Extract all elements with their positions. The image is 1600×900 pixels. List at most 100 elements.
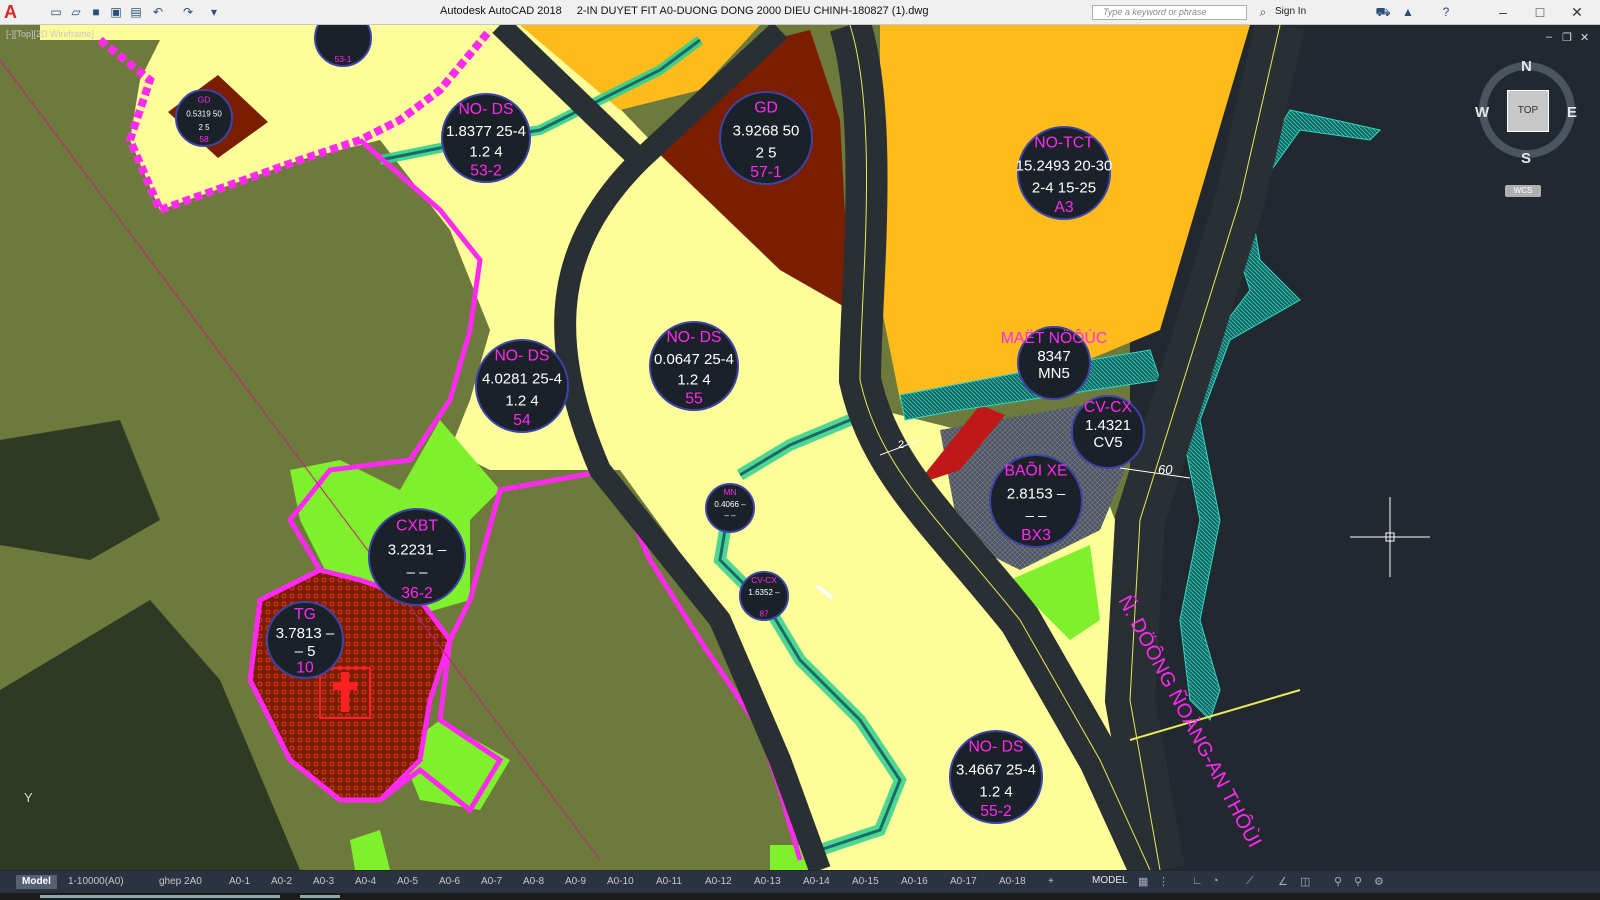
lot-l3: 2 5 bbox=[198, 123, 210, 132]
lot-label-14[interactable]: NO- DS 3.4667 25-4 1.2 4 55-2 bbox=[949, 730, 1043, 824]
open-folder-icon[interactable]: ▱ bbox=[68, 4, 84, 20]
lot-foot: 55 bbox=[685, 390, 703, 407]
save-as-icon[interactable]: ▣ bbox=[108, 4, 124, 20]
lot-label-7[interactable]: BAÕI XE 2.8153 – – – BX3 bbox=[989, 454, 1083, 548]
wcs-menu[interactable]: WCS bbox=[1505, 185, 1541, 197]
sign-in-button[interactable]: Sign In bbox=[1275, 6, 1306, 17]
layout-tab[interactable]: ghep 2A0 bbox=[159, 875, 202, 889]
layout-tab[interactable]: A0-9 bbox=[565, 875, 586, 889]
exchange-icon[interactable]: ▲ bbox=[1400, 4, 1416, 20]
lot-foot: 54 bbox=[513, 412, 531, 429]
lot-label-10[interactable]: CXBT 3.2231 – – – 36-2 bbox=[368, 508, 466, 606]
lot-l3: 1.2 4 bbox=[469, 143, 502, 160]
layout-tab[interactable]: A0-7 bbox=[481, 875, 502, 889]
osnap-icon[interactable]: ⟋ bbox=[1246, 875, 1254, 888]
viewport-controls-label[interactable]: [-][Top][2D Wireframe] bbox=[6, 29, 94, 39]
lot-foot: BX3 bbox=[1021, 527, 1051, 544]
lot-label-2[interactable]: NO- DS 1.8377 25-4 1.2 4 53-2 bbox=[441, 93, 531, 183]
compass-west[interactable]: W bbox=[1475, 104, 1489, 121]
lineweight-icon[interactable]: ◫ bbox=[1300, 875, 1310, 888]
compass-north[interactable]: N bbox=[1521, 58, 1532, 75]
lot-l2: 1.4321 bbox=[1085, 417, 1131, 434]
lot-foot: 58 bbox=[199, 134, 209, 144]
redo-icon[interactable]: ↷ bbox=[180, 4, 196, 20]
snap-icon[interactable]: ⋮ bbox=[1158, 875, 1169, 888]
lot-l1: TG bbox=[294, 606, 316, 623]
undo-icon[interactable]: ↶ bbox=[150, 4, 166, 20]
layout-tab[interactable]: A0-3 bbox=[313, 875, 334, 889]
layout-tab[interactable]: A0-17 bbox=[950, 875, 977, 889]
lot-l3: 1.2 4 bbox=[677, 371, 710, 388]
annotation-visibility-icon[interactable]: ⚲ bbox=[1354, 875, 1362, 888]
layout-tab[interactable]: A0-5 bbox=[397, 875, 418, 889]
binoculars-icon[interactable]: ⌕ bbox=[1255, 4, 1271, 20]
viewcube[interactable]: N S E W TOP WCS bbox=[1475, 58, 1577, 197]
layout-tab[interactable]: A0-10 bbox=[607, 875, 634, 889]
layout-tab[interactable]: A0-6 bbox=[439, 875, 460, 889]
lot-label-12[interactable]: MN 0.4066 – – – bbox=[705, 483, 755, 533]
layout-tab[interactable]: A0-15 bbox=[852, 875, 879, 889]
layout-tab[interactable]: A0-11 bbox=[656, 875, 682, 889]
layout-tab[interactable]: A0-4 bbox=[355, 875, 376, 889]
lot-l2: 4.0281 25-4 bbox=[482, 371, 562, 388]
lot-l2: 3.2231 – bbox=[388, 542, 447, 559]
polar-icon[interactable]: ◔ bbox=[1212, 875, 1219, 887]
lot-l2: 0.5319 50 bbox=[186, 110, 222, 119]
lot-label-6[interactable]: CV-CX1.4321CV5 bbox=[1071, 395, 1145, 469]
annotation-scale-icon[interactable]: ⚲ bbox=[1334, 875, 1342, 888]
lot-l1: NO- DS bbox=[494, 348, 549, 365]
maximize-icon[interactable]: □ bbox=[1525, 2, 1555, 22]
lot-l3: – 5 bbox=[295, 643, 316, 660]
grid-icon[interactable]: ▦ bbox=[1138, 875, 1148, 888]
lot-l3: – – bbox=[724, 511, 736, 520]
new-file-icon[interactable]: ▭ bbox=[48, 4, 64, 20]
tab-model[interactable]: Model bbox=[16, 875, 57, 889]
ortho-icon[interactable]: ∟ bbox=[1192, 875, 1203, 887]
workspace-icon[interactable]: ⚙ bbox=[1374, 875, 1384, 888]
lot-l2: 3.4667 25-4 bbox=[956, 762, 1036, 779]
lot-label-4[interactable]: NO-TCT 15.2493 20-30 2-4 15-25 A3 bbox=[1016, 126, 1113, 220]
lot-label-13[interactable]: CV-CX 1.6352 – 87 bbox=[739, 571, 789, 621]
viewport-minimize-icon[interactable]: – bbox=[1546, 31, 1552, 43]
drawing-viewport[interactable]: 60 2 Ñ. DÖÔNG ÑOÀNG-AN THÔÙI 53-1 GD 0.531… bbox=[0, 25, 1600, 870]
layout-tab[interactable]: A0-14 bbox=[803, 875, 830, 889]
layout-tab[interactable]: A0-12 bbox=[705, 875, 732, 889]
qat-dropdown-icon[interactable]: ▾ bbox=[206, 4, 222, 20]
search-input[interactable]: Type a keyword or phrase bbox=[1092, 5, 1247, 20]
layout-tab[interactable]: A0-16 bbox=[901, 875, 928, 889]
compass-east[interactable]: E bbox=[1567, 104, 1577, 121]
minimize-icon[interactable]: – bbox=[1488, 2, 1518, 22]
layout-tab[interactable]: A0-1 bbox=[229, 875, 250, 889]
compass-south[interactable]: S bbox=[1521, 150, 1531, 167]
viewcube-top-face[interactable]: TOP bbox=[1507, 90, 1549, 132]
layout-tab[interactable]: A0-18 bbox=[999, 875, 1026, 889]
layout-tab[interactable]: 1-10000(A0) bbox=[68, 875, 124, 889]
lot-foot: A3 bbox=[1054, 199, 1074, 216]
cart-icon[interactable]: ⛟ bbox=[1375, 4, 1391, 20]
lot-l3: – – bbox=[407, 564, 429, 581]
lot-label-1[interactable]: GD 0.5319 50 2 5 58 bbox=[175, 89, 233, 147]
viewport-restore-icon[interactable]: ❐ bbox=[1562, 31, 1572, 44]
help-icon[interactable]: ? bbox=[1438, 4, 1454, 20]
lot-foot: 10 bbox=[296, 659, 314, 676]
lot-label-3[interactable]: GD 3.9268 50 2 5 57-1 bbox=[719, 91, 813, 185]
save-icon[interactable]: ■ bbox=[88, 4, 104, 20]
close-icon[interactable]: ✕ bbox=[1562, 2, 1592, 22]
lot-l2: 1.6352 – bbox=[748, 588, 780, 597]
layout-tab[interactable]: A0-8 bbox=[523, 875, 544, 889]
file-name: 2-IN DUYET FIT A0-DUONG DONG 2000 DIEU C… bbox=[576, 5, 929, 17]
object-tracking-icon[interactable]: ∠ bbox=[1278, 875, 1288, 888]
autocad-logo-icon[interactable]: A bbox=[4, 2, 24, 22]
lot-l1: BAÕI XE bbox=[1004, 461, 1067, 480]
lot-l1: MAËT NÖÔÙC bbox=[1001, 328, 1107, 347]
lot-label-8[interactable]: NO- DS 0.0647 25-4 1.2 4 55 bbox=[649, 321, 739, 411]
drawing-canvas[interactable]: 60 2 Ñ. DÖÔNG ÑOÀNG-AN THÔÙI 53-1GD0.531… bbox=[0, 25, 1600, 870]
model-space-toggle[interactable]: MODEL bbox=[1092, 875, 1128, 886]
print-icon[interactable]: ▤ bbox=[128, 4, 144, 20]
layout-tab[interactable]: A0-2 bbox=[271, 875, 292, 889]
viewport-close-icon[interactable]: ✕ bbox=[1580, 31, 1589, 44]
lot-label-9[interactable]: NO- DS 4.0281 25-4 1.2 4 54 bbox=[475, 339, 569, 433]
layout-tab[interactable]: A0-13 bbox=[754, 875, 781, 889]
add-layout-button[interactable]: + bbox=[1048, 875, 1054, 889]
lot-label-11[interactable]: TG 3.7813 –– 510 bbox=[266, 601, 344, 679]
